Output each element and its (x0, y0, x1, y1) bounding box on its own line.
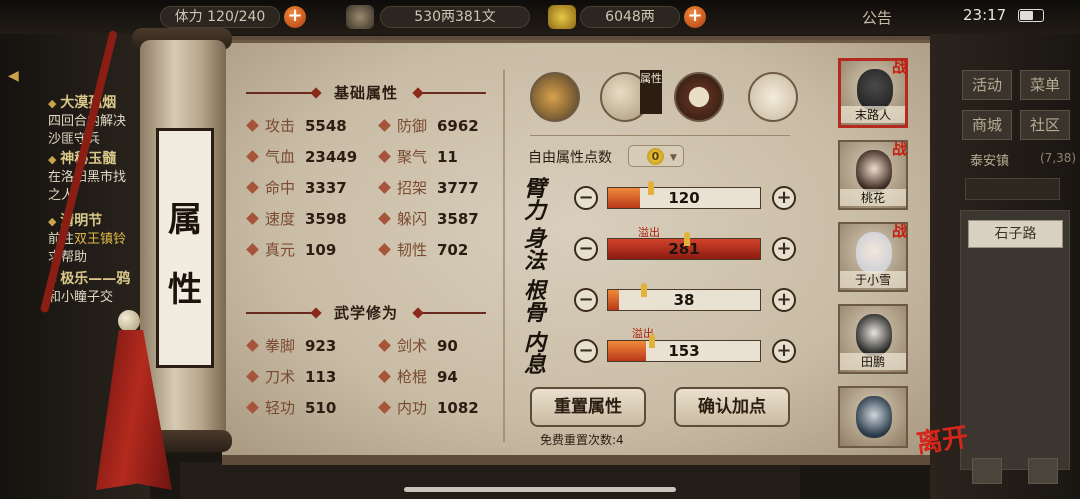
money-display: 530两381文 (380, 6, 530, 28)
community-button[interactable]: 社区 (1020, 110, 1070, 140)
stat-dodge: 躲闪 3587 (378, 208, 479, 229)
plus-button[interactable]: + (772, 186, 796, 210)
column-divider (503, 70, 505, 442)
stamina-display: 体力 120/240 (160, 6, 280, 28)
shop-button[interactable]: 商城 (962, 110, 1012, 140)
tab-divider (530, 135, 790, 136)
bar-marker (647, 181, 654, 195)
stat-speed: 速度 3598 (246, 208, 347, 229)
minus-button[interactable]: − (574, 237, 598, 261)
battle-badge: 战 (892, 140, 908, 158)
bar-marker (684, 232, 690, 246)
town-name: 泰安镇 (970, 154, 1010, 169)
attr-constitution-label: 根骨 (524, 278, 547, 326)
bagua-icon[interactable] (674, 72, 724, 122)
free-points-value: 0 (647, 148, 664, 165)
location-box (960, 210, 1070, 470)
announcement-button[interactable]: 公告 (862, 7, 892, 28)
town-coordinates: (7,38) (1040, 151, 1077, 165)
dock-item[interactable] (265, 466, 305, 498)
attr-value: 153 (668, 342, 700, 360)
option-toggle[interactable] (972, 458, 1002, 484)
stat-fist: 拳脚 923 (246, 335, 336, 356)
stat-blade: 刀术 113 (246, 366, 336, 387)
portrait-icon (856, 396, 892, 438)
scroll-title-char: 性 (168, 270, 202, 310)
scroll-title-box (156, 128, 214, 368)
status-clock: 23:17 (963, 6, 1007, 24)
stat-inner-power: 内功 1082 (378, 397, 479, 418)
home-indicator[interactable] (404, 487, 676, 492)
battle-badge: 战 (892, 58, 908, 76)
character-card[interactable] (838, 386, 908, 448)
activity-button[interactable]: 活动 (962, 70, 1012, 100)
tassel-bead (118, 310, 140, 332)
attr-strength-label: 臂力 (524, 176, 547, 224)
attr-agility-label: 身法 (524, 226, 547, 274)
character-card[interactable]: 田鹏 (838, 304, 908, 374)
dropdown-triangle-icon: ▼ (670, 153, 677, 163)
stat-toughness: 韧性 702 (378, 239, 468, 260)
add-stamina-button[interactable]: + (284, 6, 306, 28)
portrait-icon (856, 150, 892, 192)
body-icon[interactable] (748, 72, 798, 122)
stat-hp: 气血 23449 (246, 146, 357, 167)
attr-value: 38 (673, 291, 695, 309)
plus-button[interactable]: + (772, 288, 796, 312)
stat-lightness: 轻功 510 (246, 397, 336, 418)
scroll-title-char: 属 (168, 200, 202, 240)
dock-item[interactable] (215, 466, 255, 498)
stat-attack: 攻击 5548 (246, 115, 347, 136)
scroll-edge-bottom (222, 455, 930, 465)
basic-attr-header: 基础属性 (246, 82, 486, 102)
portrait-icon (856, 232, 892, 274)
gold-ingot-icon (548, 5, 576, 29)
dock-item[interactable] (560, 466, 600, 498)
stat-sword: 剑术 90 (378, 335, 458, 356)
free-points-label: 自由属性点数 (528, 150, 612, 166)
bar-marker (649, 334, 656, 348)
minus-button[interactable]: − (574, 186, 598, 210)
dock-item[interactable] (750, 466, 790, 498)
plus-button[interactable]: + (772, 339, 796, 363)
stat-true-yuan: 真元 109 (246, 239, 336, 260)
location-road[interactable]: 石子路 (968, 220, 1063, 248)
dock-item[interactable] (680, 466, 720, 498)
free-reset-count: 免费重置次数:4 (540, 433, 624, 447)
menu-button[interactable]: 菜单 (1020, 70, 1070, 100)
dock-item[interactable] (340, 466, 380, 498)
battery-icon (1018, 9, 1044, 22)
tab-attributes-flag: 属性 (640, 70, 662, 114)
confirm-points-button[interactable]: 确认加点 (674, 387, 790, 427)
stat-spear: 枪棍 94 (378, 366, 458, 387)
quest-item[interactable]: 神秘玉髓 在洛阳黑市找之人 (48, 150, 148, 205)
collapse-arrow-icon[interactable]: ◀ (8, 68, 30, 90)
hat-icon[interactable] (530, 72, 580, 122)
dock-item[interactable] (440, 466, 480, 498)
stat-qi-gather: 聚气 11 (378, 146, 458, 167)
portrait-icon (857, 69, 893, 111)
attr-value: 120 (668, 189, 700, 207)
minus-button[interactable]: − (574, 288, 598, 312)
reset-attributes-button[interactable]: 重置属性 (530, 387, 646, 427)
gold-display: 6048两 (580, 6, 680, 28)
add-gold-button[interactable]: + (684, 6, 706, 28)
option-toggle[interactable] (1028, 458, 1058, 484)
plus-button[interactable]: + (772, 237, 796, 261)
martial-header: 武学修为 (246, 302, 486, 322)
attr-breath-label: 内息 (524, 330, 547, 378)
area-strip (965, 178, 1060, 200)
stat-hit: 命中 3337 (246, 177, 347, 198)
leave-button[interactable]: 离开 (914, 417, 971, 461)
minus-button[interactable]: − (574, 339, 598, 363)
coin-icon (346, 5, 374, 29)
quest-item[interactable]: 极乐——鸦 和小瞳子交 (48, 270, 148, 307)
battle-badge: 战 (892, 222, 908, 240)
stat-defense: 防御 6962 (378, 115, 479, 136)
bar-marker (641, 283, 648, 297)
stat-parry: 招架 3777 (378, 177, 479, 198)
portrait-icon (856, 314, 892, 356)
